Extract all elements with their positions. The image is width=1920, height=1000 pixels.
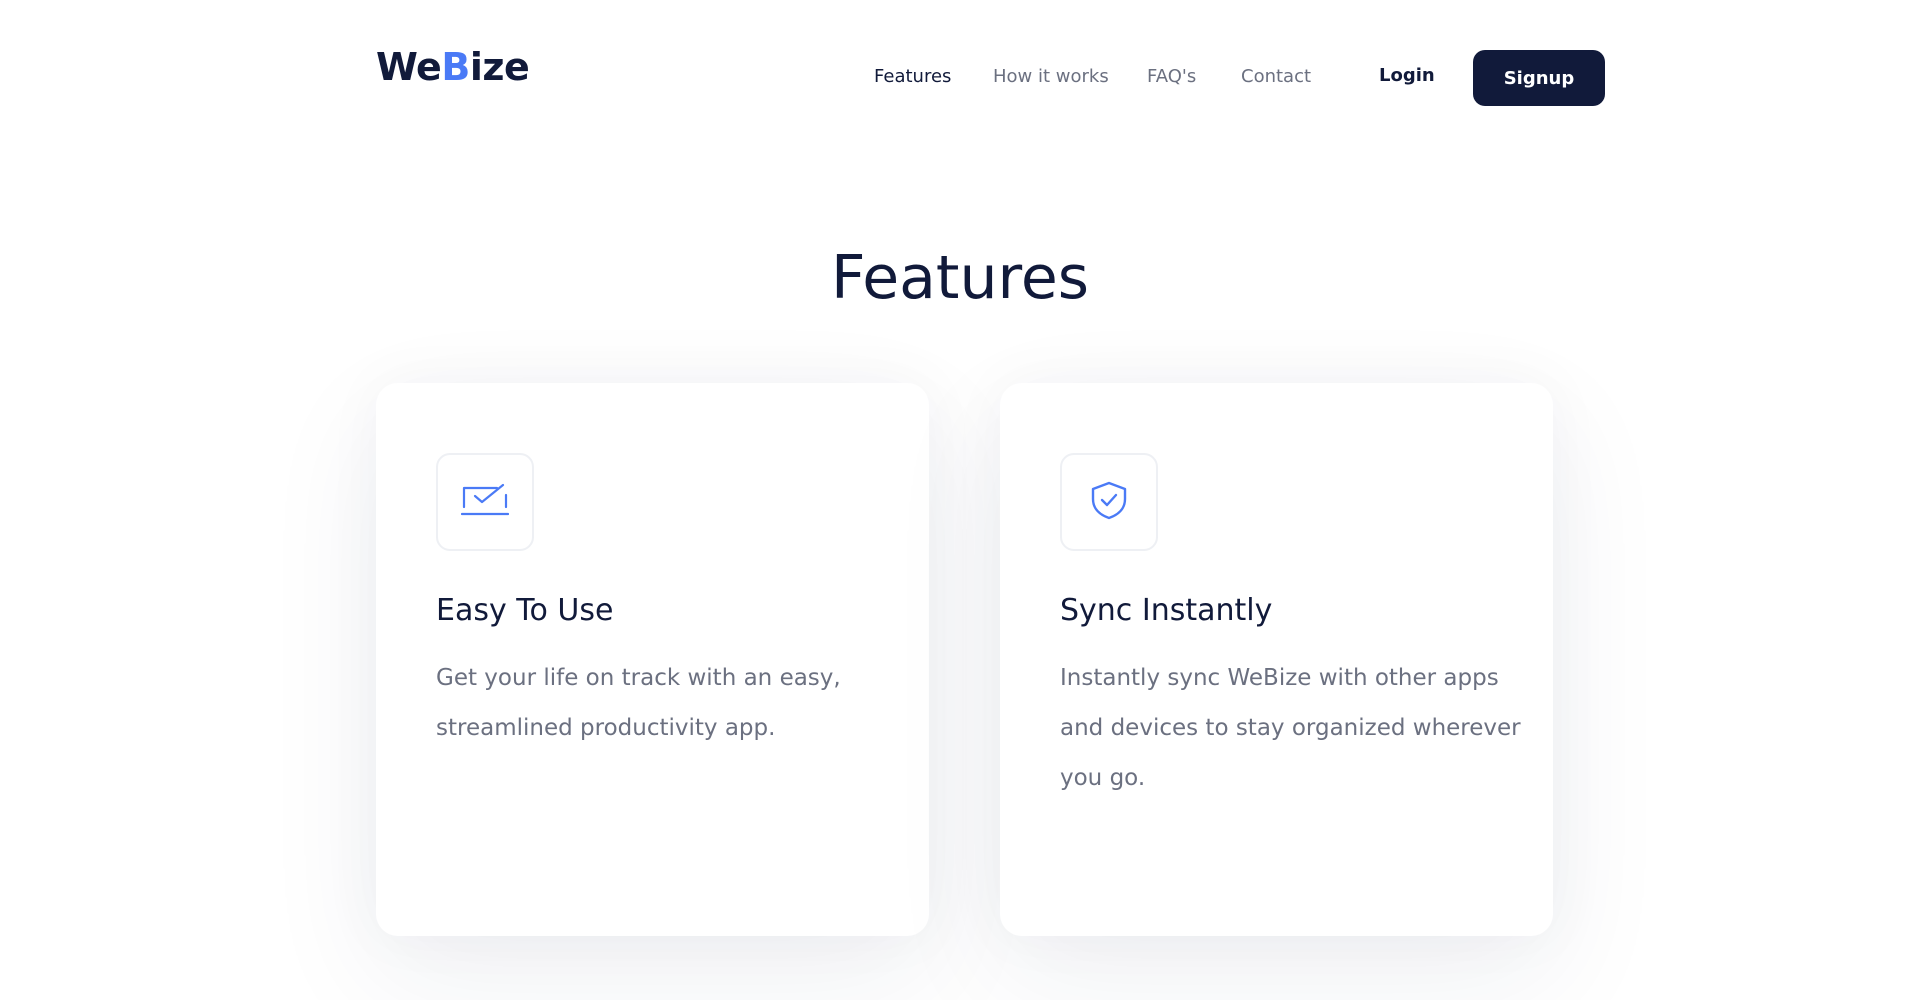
nav-link-faqs[interactable]: FAQ's	[1147, 66, 1196, 87]
shield-check-icon	[1090, 480, 1128, 524]
logo-text-ize: ize	[469, 45, 530, 89]
logo-text-b: B	[441, 45, 470, 89]
logo-text-we: We	[376, 45, 442, 89]
feature-card-description: Instantly sync WeBize with other apps an…	[1060, 665, 1521, 791]
nav-link-how-it-works[interactable]: How it works	[993, 66, 1109, 87]
nav-link-contact[interactable]: Contact	[1241, 66, 1311, 87]
site-header: WeBize Features How it works FAQ's Conta…	[0, 0, 1920, 155]
feature-card-sync-instantly: Sync Instantly Instantly sync WeBize wit…	[1000, 383, 1553, 936]
signup-button[interactable]: Signup	[1473, 50, 1605, 106]
nav-link-features[interactable]: Features	[874, 66, 951, 87]
feature-card-title: Easy To Use	[436, 593, 614, 628]
logo[interactable]: WeBize	[376, 45, 530, 89]
feature-icon-box	[436, 453, 534, 551]
feature-card-title: Sync Instantly	[1060, 593, 1273, 628]
login-link[interactable]: Login	[1379, 65, 1435, 86]
laptop-check-icon	[460, 483, 510, 521]
feature-card-description: Get your life on track with an easy, str…	[436, 665, 841, 741]
feature-card-easy-to-use: Easy To Use Get your life on track with …	[376, 383, 929, 936]
section-title: Features	[831, 243, 1089, 313]
feature-icon-box	[1060, 453, 1158, 551]
